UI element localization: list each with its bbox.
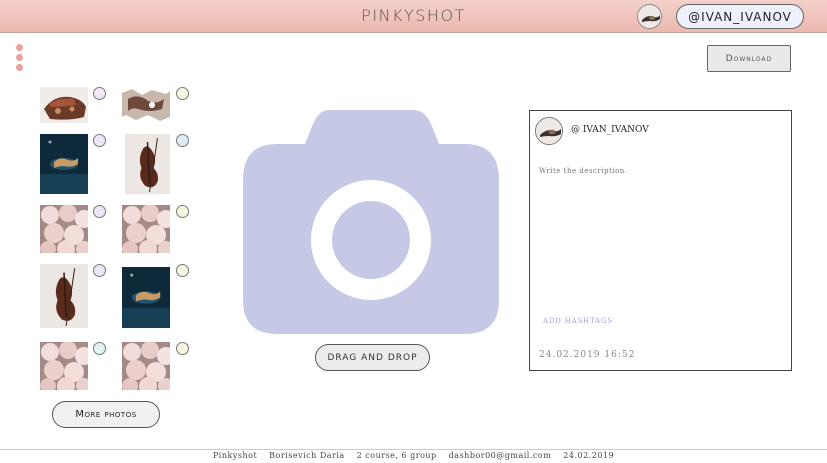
thumbnail-peonies[interactable] (122, 342, 170, 390)
footer-item: 24.02.2019 (563, 451, 615, 460)
select-radio[interactable] (176, 87, 189, 100)
select-radio[interactable] (176, 205, 189, 218)
footer-item: Borisevich Daria (269, 451, 345, 460)
user-avatar[interactable] (637, 4, 662, 29)
footer-item: 2 course, 6 group (356, 451, 437, 460)
thumbnail-torn-paper[interactable] (122, 87, 170, 123)
select-radio[interactable] (93, 264, 106, 277)
select-radio[interactable] (93, 205, 106, 218)
thumbnail-peonies[interactable] (40, 205, 88, 253)
footer-divider (0, 449, 827, 450)
thumbnail-violin-bow[interactable] (40, 264, 88, 328)
thumbnail-peonies[interactable] (122, 205, 170, 253)
description-input[interactable] (539, 167, 779, 175)
user-profile-button[interactable]: @IVAN_IVANOV (676, 4, 804, 29)
add-hashtags-link[interactable]: ADD HASHTAGS (543, 317, 613, 325)
thumbnail-violin-bow[interactable] (125, 134, 170, 194)
menu-dot (16, 44, 23, 51)
footer-item: dashbor00@gmail.com (448, 451, 552, 460)
drag-and-drop-button[interactable]: DRAG AND DROP (315, 344, 430, 371)
menu-dot (16, 64, 23, 71)
select-radio[interactable] (176, 264, 189, 277)
menu-dot (16, 54, 23, 61)
menu-dots-icon[interactable] (16, 44, 24, 72)
thumbnail-cake-slice[interactable] (40, 87, 88, 123)
footer-item: Pinkyshot (212, 451, 258, 460)
camera-icon[interactable] (243, 110, 499, 334)
download-button[interactable]: Download (707, 45, 791, 72)
thumbnail-peonies[interactable] (40, 342, 88, 390)
select-radio[interactable] (93, 342, 106, 355)
select-radio[interactable] (176, 134, 189, 147)
footer: Pinkyshot Borisevich Daria 2 course, 6 g… (0, 451, 827, 463)
select-radio[interactable] (93, 87, 106, 100)
post-avatar (535, 117, 563, 145)
post-username: @ IVAN_IVANOV (571, 125, 649, 135)
thumbnail-violin-dark-water[interactable] (40, 134, 88, 194)
post-datetime: 24.02.2019 16:52 (539, 350, 636, 360)
select-radio[interactable] (176, 342, 189, 355)
post-preview-card: @ IVAN_IVANOV ADD HASHTAGS 24.02.2019 16… (529, 110, 792, 371)
thumbnail-violin-dark-water[interactable] (122, 267, 170, 328)
app-header: PINKYSHOT @IVAN_IVANOV (0, 0, 827, 33)
select-radio[interactable] (93, 134, 106, 147)
more-photos-button[interactable]: More photos (52, 401, 160, 428)
